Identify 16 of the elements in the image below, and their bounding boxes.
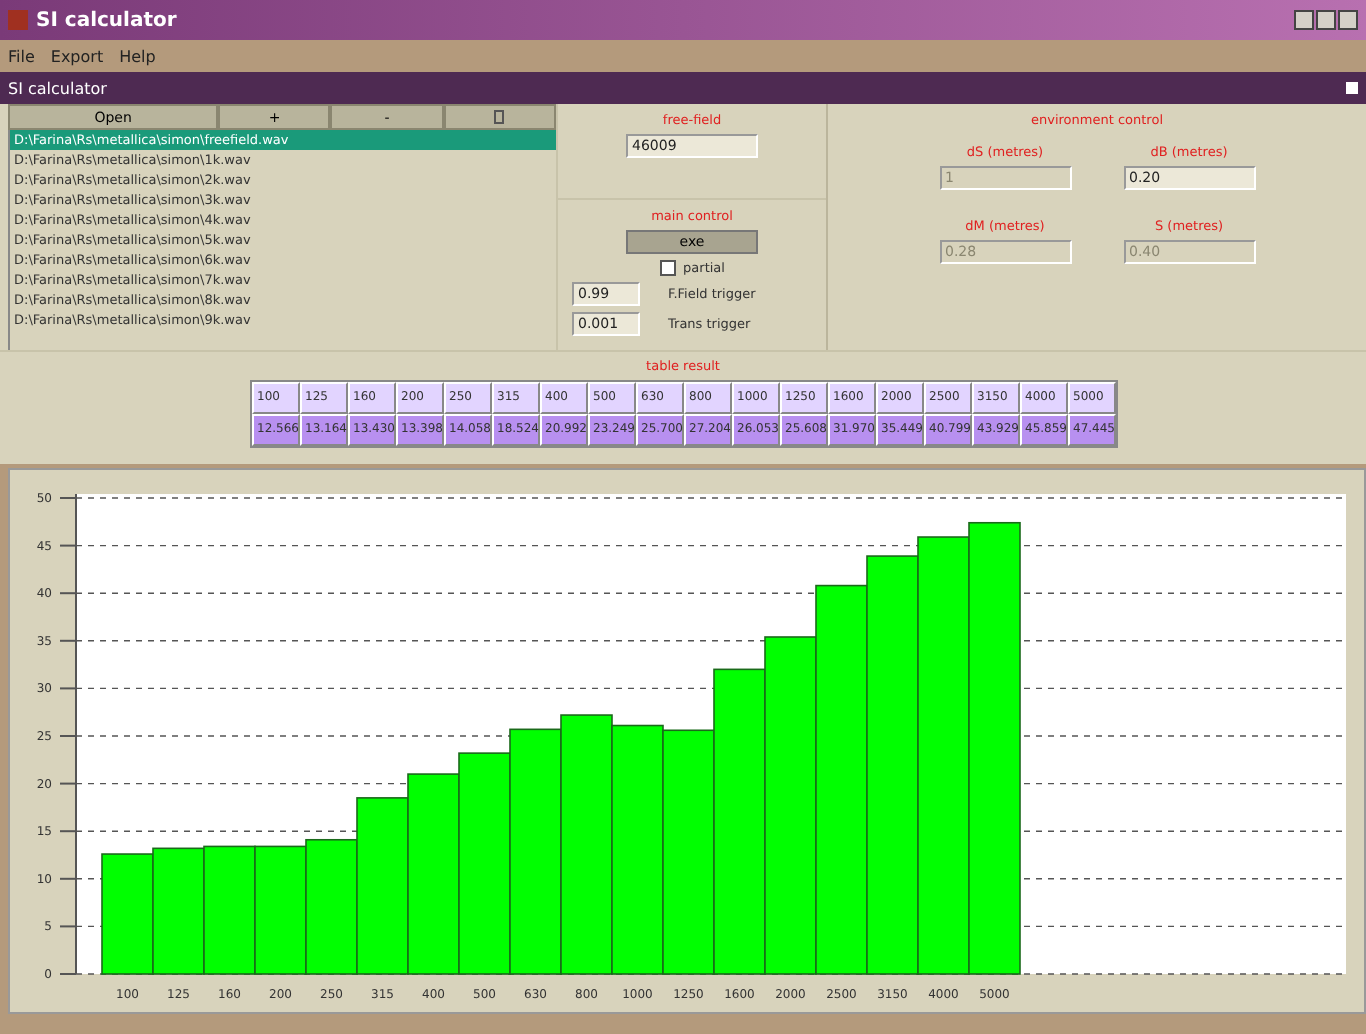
menu-item[interactable]: Export	[50, 47, 104, 65]
minimize-button[interactable]	[1294, 10, 1314, 30]
maximize-button[interactable]	[1316, 10, 1336, 30]
app-icon	[8, 10, 28, 30]
bar	[203, 845, 256, 975]
bar	[152, 847, 205, 975]
bar	[254, 845, 307, 975]
toolbar-icon-button[interactable]	[443, 104, 556, 130]
window-title: SI calculator	[36, 9, 177, 31]
close-button[interactable]	[1338, 10, 1358, 30]
checkbox[interactable]	[659, 260, 676, 276]
menu-item[interactable]: File	[8, 47, 35, 65]
bar	[101, 853, 154, 975]
menu-item[interactable]: Help	[119, 47, 156, 65]
panel-title: SI calculator	[8, 79, 107, 97]
bar	[305, 838, 358, 975]
